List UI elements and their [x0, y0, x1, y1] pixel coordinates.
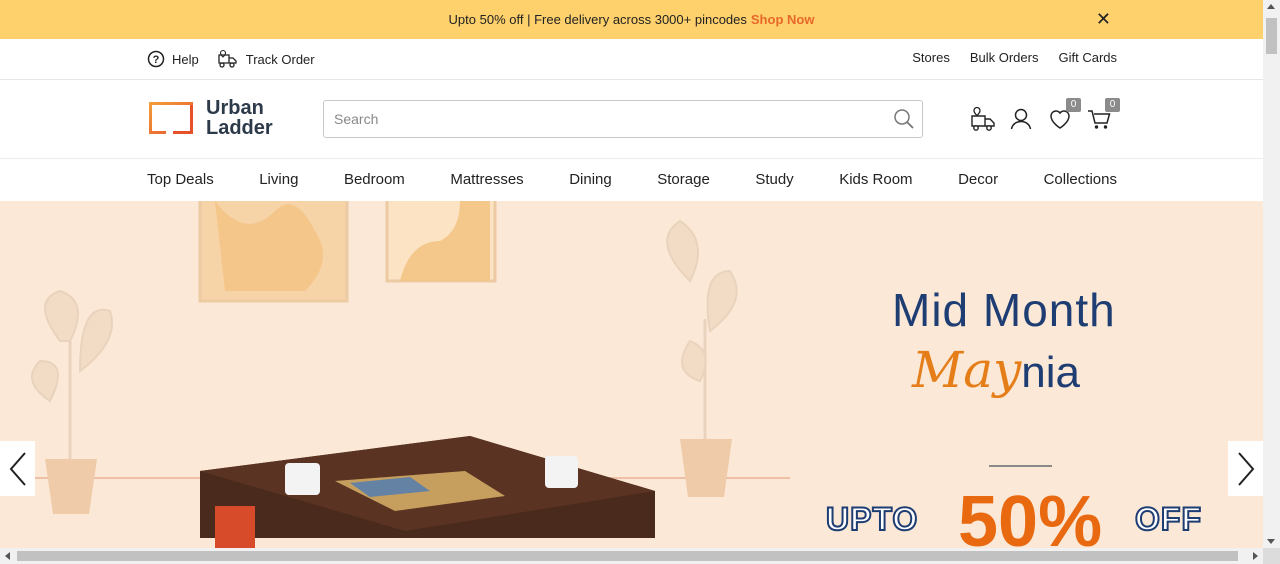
scrollbar-corner: [1263, 548, 1280, 564]
nav-item-collections[interactable]: Collections: [1044, 171, 1117, 188]
nav-item-kids-room[interactable]: Kids Room: [839, 171, 912, 188]
carousel-next-button[interactable]: [1228, 441, 1263, 496]
nav-item-study[interactable]: Study: [755, 171, 793, 188]
logo-mark-icon: [147, 100, 195, 136]
wishlist-heart-icon[interactable]: 0: [1047, 98, 1081, 132]
stores-link[interactable]: Stores: [912, 50, 950, 65]
scroll-down-arrow-icon[interactable]: [1267, 539, 1275, 544]
scroll-left-arrow-icon[interactable]: [5, 552, 10, 560]
hero-off-label: OFF: [1134, 500, 1202, 538]
track-order-link[interactable]: Track Order: [217, 49, 315, 69]
nav-item-bedroom[interactable]: Bedroom: [344, 171, 405, 188]
scroll-right-arrow-icon[interactable]: [1253, 552, 1258, 560]
vertical-scroll-thumb[interactable]: [1266, 18, 1277, 54]
help-link[interactable]: ? Help: [147, 49, 199, 69]
cart-count-badge: 0: [1105, 98, 1120, 112]
category-nav: Top Deals Living Bedroom Mattresses Dini…: [0, 159, 1263, 201]
search-icon[interactable]: [892, 107, 916, 136]
close-icon[interactable]: ✕: [1096, 9, 1111, 30]
horizontal-scroll-thumb[interactable]: [17, 551, 1238, 561]
logo-line-1: Urban: [206, 97, 264, 119]
carousel-prev-button[interactable]: [0, 441, 35, 496]
nav-item-mattresses[interactable]: Mattresses: [450, 171, 523, 188]
help-icon: ?: [147, 50, 165, 68]
chevron-right-icon: [1237, 451, 1254, 486]
hero-script-rest: nia: [1021, 348, 1080, 397]
gift-cards-link[interactable]: Gift Cards: [1058, 50, 1117, 65]
vertical-scrollbar[interactable]: [1263, 0, 1280, 548]
utility-bar: ? Help Track Order Stores Bulk Orders Gi…: [0, 39, 1263, 80]
hero-headline: Mid Month: [892, 284, 1116, 336]
track-order-label: Track Order: [245, 51, 315, 67]
bulk-orders-link[interactable]: Bulk Orders: [970, 50, 1039, 65]
user-account-icon[interactable]: [1008, 106, 1034, 132]
scroll-up-arrow-icon[interactable]: [1267, 4, 1275, 9]
urban-ladder-logo[interactable]: Urban Ladder: [147, 98, 273, 138]
hero-divider: [989, 465, 1052, 467]
nav-item-dining[interactable]: Dining: [569, 171, 612, 188]
nav-item-storage[interactable]: Storage: [657, 171, 710, 188]
help-label: Help: [172, 51, 199, 67]
nav-item-decor[interactable]: Decor: [958, 171, 998, 188]
search-box: [323, 100, 923, 138]
delivery-truck-icon: [218, 49, 237, 68]
hero-illustration: [0, 201, 790, 548]
hero-banner[interactable]: Mid Month Maynia UPTO 50% OFF: [0, 201, 1263, 548]
search-input[interactable]: [324, 101, 884, 137]
nav-item-top-deals[interactable]: Top Deals: [147, 171, 214, 188]
logo-line-2: Ladder: [206, 117, 273, 139]
hero-subheadline: Maynia: [912, 341, 1080, 399]
chevron-left-icon: [9, 451, 26, 486]
hero-discount-percent: 50%: [958, 482, 1103, 548]
nav-item-living[interactable]: Living: [259, 171, 298, 188]
svg-text:?: ?: [153, 54, 160, 66]
shop-now-link[interactable]: Shop Now: [751, 12, 815, 27]
promo-bar: Upto 50% off | Free delivery across 3000…: [0, 0, 1263, 39]
horizontal-scrollbar[interactable]: [0, 548, 1263, 564]
main-header: Urban Ladder 0 0: [0, 80, 1263, 159]
track-order-icon[interactable]: [969, 106, 995, 132]
wishlist-count-badge: 0: [1066, 98, 1081, 112]
cart-icon[interactable]: 0: [1086, 98, 1120, 132]
hero-script-word: May: [912, 341, 1022, 399]
hero-upto-label: UPTO: [825, 500, 919, 538]
promo-text: Upto 50% off | Free delivery across 3000…: [448, 12, 747, 27]
